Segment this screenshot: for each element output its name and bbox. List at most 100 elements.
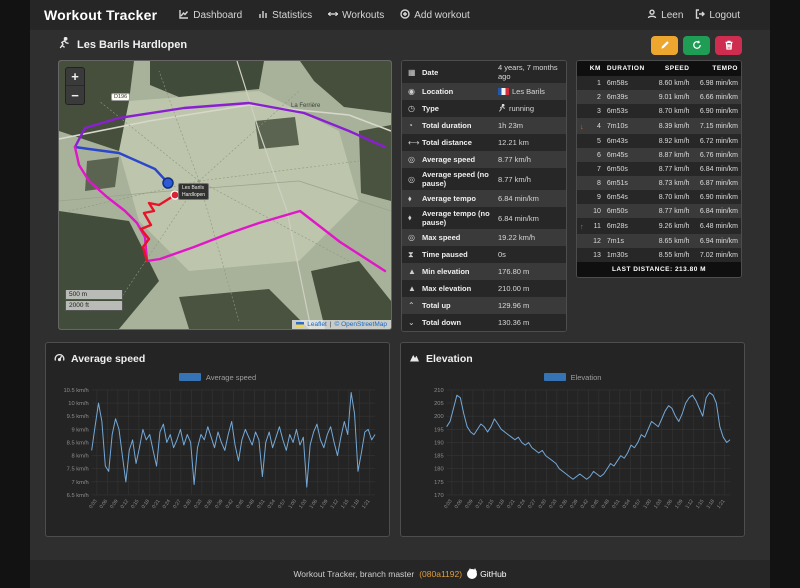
split-speed: 8.77 km/h — [652, 204, 693, 218]
split-km: 3 — [586, 104, 604, 118]
app-brand[interactable]: Workout Tracker — [44, 7, 157, 23]
stat-value: 8.77 km/h — [498, 155, 531, 164]
split-km: 9 — [586, 190, 604, 204]
svg-text:10 km/h: 10 km/h — [68, 401, 88, 407]
splits-row: 12 7m1s 8.65 km/h 6.94 min/km — [577, 234, 741, 248]
split-speed: 8.70 km/h — [652, 104, 693, 118]
workout-actions — [651, 35, 742, 55]
split-speed: 8.87 km/h — [652, 148, 693, 162]
zoom-out-button[interactable]: − — [66, 86, 84, 104]
svg-text:9.5 km/h: 9.5 km/h — [67, 414, 89, 420]
svg-text:1:21: 1:21 — [361, 498, 372, 510]
nav-item-dashboard[interactable]: Dashboard — [179, 9, 242, 22]
stat-label: Average tempo (no pause) — [422, 209, 490, 227]
stat-label: Total distance — [422, 138, 472, 147]
splits-header: SPEED — [652, 61, 693, 76]
svg-text:10.5 km/h: 10.5 km/h — [64, 388, 89, 394]
split-duration: 7m1s — [603, 234, 653, 248]
stat-label: Average speed — [422, 155, 476, 164]
svg-text:0:45: 0:45 — [235, 498, 246, 510]
svg-text:0:57: 0:57 — [277, 498, 288, 510]
svg-text:0:18: 0:18 — [496, 498, 507, 510]
chart-legend[interactable]: Elevation — [409, 370, 736, 384]
osm-link[interactable]: © OpenStreetMap — [335, 321, 387, 328]
svg-text:0:15: 0:15 — [485, 498, 496, 510]
gauge-icon — [54, 350, 65, 368]
split-duration: 6m54s — [603, 190, 653, 204]
github-icon — [467, 567, 478, 579]
edit-workout-button[interactable] — [651, 35, 678, 55]
charts-row: Average speed Average speed 0:03 0:06 0:09… — [45, 342, 755, 537]
split-duration: 7m10s — [603, 118, 653, 134]
svg-text:9 km/h: 9 km/h — [71, 427, 88, 433]
zoom-in-button[interactable]: + — [66, 68, 84, 86]
svg-text:0:48: 0:48 — [601, 498, 612, 510]
location-pin-icon: ◉ — [408, 87, 415, 96]
km-splits-table: KM DURATION SPEED TEMPO 1 6m58s 8.60 km/h 6.98 … — [576, 60, 742, 278]
splits-row: 2 6m39s 9.01 km/h 6.66 min/km — [577, 90, 741, 104]
svg-text:0:27: 0:27 — [172, 498, 183, 510]
gauge-icon: ◎ — [408, 233, 415, 242]
stat-label: Average tempo — [422, 194, 476, 203]
stat-row: ⬧ Average tempo (no pause) 6.84 min/km — [402, 207, 566, 229]
refresh-workout-button[interactable] — [683, 35, 710, 55]
stat-label: Type — [422, 104, 439, 113]
stat-value: 6.84 min/km — [498, 213, 539, 223]
mountain-icon: ▲ — [408, 284, 416, 293]
svg-text:1:06: 1:06 — [309, 498, 320, 510]
splits-row: ↑ 11 6m28s 9.26 km/h 6.48 min/km — [577, 218, 741, 234]
elevation-chart: 0:03 0:06 0:09 0:12 0:15 0:18 0:21 0:24 0:27 0:30… — [409, 384, 736, 533]
splits-row: 7 6m50s 8.77 km/h 6.84 min/km — [577, 162, 741, 176]
elevation-svg: 0:03 0:06 0:09 0:12 0:15 0:18 0:21 0:24 0:27 0:30… — [434, 388, 731, 510]
svg-text:170: 170 — [434, 493, 444, 499]
split-km: 10 — [586, 204, 604, 218]
split-km: 8 — [586, 176, 604, 190]
split-speed: 8.55 km/h — [652, 248, 693, 262]
delete-workout-button[interactable] — [715, 35, 742, 55]
nav-label: Statistics — [272, 9, 313, 21]
map-attribution: Leaflet | © OpenStreetMap — [292, 320, 391, 329]
splits-row: ↓ 4 7m10s 8.39 km/h 7.15 min/km — [577, 118, 741, 134]
stopwatch-icon: ◷ — [408, 104, 415, 113]
chart-legend[interactable]: Average speed — [54, 370, 381, 384]
split-km: 11 — [586, 218, 604, 234]
svg-text:180: 180 — [434, 467, 444, 473]
route-map[interactable]: + − D196 La Ferrière Les Barils Hardlope… — [58, 60, 392, 330]
svg-text:0:21: 0:21 — [151, 498, 162, 510]
split-speed: 8.65 km/h — [652, 234, 693, 248]
stat-label: Average speed (no pause) — [422, 170, 489, 188]
user-name: Leen — [661, 9, 684, 21]
svg-text:8.5 km/h: 8.5 km/h — [67, 440, 89, 446]
nav-item-statistics[interactable]: Statistics — [258, 9, 312, 22]
svg-text:1:09: 1:09 — [319, 498, 330, 510]
leaflet-link[interactable]: Leaflet — [307, 321, 327, 328]
splits-row: 5 6m43s 8.92 km/h 6.72 min/km — [577, 134, 741, 148]
chevron-down-icon: ⌄ — [408, 318, 415, 327]
splits-row: 6 6m45s 8.87 km/h 6.76 min/km — [577, 148, 741, 162]
svg-text:0:18: 0:18 — [141, 498, 152, 510]
stat-row: ◷ Type running — [402, 100, 566, 117]
nav-item-user[interactable]: Leen — [647, 9, 683, 22]
split-duration: 6m50s — [603, 162, 653, 176]
svg-text:0:03: 0:03 — [443, 498, 454, 510]
stat-value: 6.84 min/km — [498, 194, 539, 203]
nav-item-add-workout[interactable]: Add workout — [400, 8, 470, 22]
split-tempo: 6.76 min/km — [692, 148, 741, 162]
stat-row: ⌃ Total up 129.96 m — [402, 297, 566, 314]
svg-text:0:54: 0:54 — [622, 498, 633, 510]
stat-label: Min elevation — [422, 267, 470, 276]
svg-text:1:03: 1:03 — [653, 498, 664, 510]
elevation-panel: Elevation Elevation 0:03 0:06 0:09 0:12 0:15… — [400, 342, 745, 537]
stat-row: ⌄ Total down 130.36 m — [402, 314, 566, 331]
split-speed: 8.70 km/h — [652, 190, 693, 204]
split-km: 2 — [586, 90, 604, 104]
nav-item-workouts[interactable]: Workouts — [328, 9, 384, 22]
refresh-icon — [692, 38, 702, 53]
nav-item-logout[interactable]: Logout — [695, 8, 740, 22]
stat-value: 4 years, 7 months ago — [498, 63, 558, 81]
road-badge: D196 — [111, 93, 131, 101]
tooltip-line: Hardlopen — [182, 191, 206, 198]
svg-text:0:42: 0:42 — [580, 498, 591, 510]
github-link[interactable]: GitHub — [467, 567, 507, 579]
tempo-drop-icon: ⬧ — [408, 193, 412, 203]
